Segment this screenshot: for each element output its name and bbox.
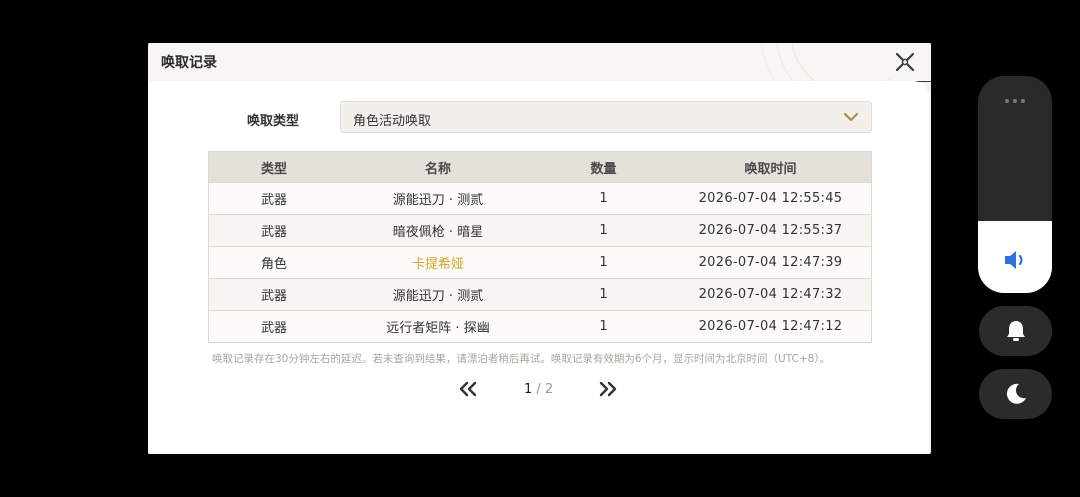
dialog-header: 唤取记录 xyxy=(148,43,931,82)
prev-page-button[interactable] xyxy=(458,380,478,398)
row-name: 源能迅刀 · 测贰 xyxy=(392,193,484,208)
double-chevron-left-icon xyxy=(459,381,477,397)
row-type: 角色 xyxy=(260,257,287,272)
table-body: 武器 源能迅刀 · 测贰 1 2026-07-04 12:55:45 武器 暗夜… xyxy=(209,182,871,342)
row-qty: 1 xyxy=(599,223,608,238)
row-time: 2026-07-04 12:47:39 xyxy=(698,255,843,270)
row-type: 武器 xyxy=(260,321,287,336)
speaker-icon xyxy=(1005,251,1023,269)
chevron-down-icon xyxy=(843,112,859,122)
total-pages: / 2 xyxy=(532,382,554,397)
double-chevron-right-icon xyxy=(599,381,617,397)
more-dots-icon xyxy=(1005,99,1025,103)
table-row: 角色 卡提希娅 1 2026-07-04 12:47:39 xyxy=(209,246,871,278)
table-row: 武器 远行者矩阵 · 探幽 1 2026-07-04 12:47:12 xyxy=(209,310,871,342)
gacha-history-dialog: 唤取记录 唤取类型 角色活动唤取 类型 名称 数量 唤取时间 武器 源能迅刀 ·… xyxy=(148,43,931,454)
close-button[interactable] xyxy=(894,51,916,73)
dialog-title: 唤取记录 xyxy=(161,55,217,71)
row-type: 武器 xyxy=(260,193,287,208)
table-row: 武器 源能迅刀 · 测贰 1 2026-07-04 12:55:45 xyxy=(209,182,871,214)
row-qty: 1 xyxy=(599,191,608,206)
table-row: 武器 暗夜佩枪 · 暗星 1 2026-07-04 12:55:37 xyxy=(209,214,871,246)
dark-mode-button[interactable] xyxy=(979,369,1052,419)
row-time: 2026-07-04 12:55:37 xyxy=(698,223,843,238)
row-qty: 1 xyxy=(599,287,608,302)
history-table: 类型 名称 数量 唤取时间 武器 源能迅刀 · 测贰 1 2026-07-04 … xyxy=(208,151,872,343)
gacha-type-select-value: 角色活动唤取 xyxy=(353,114,432,129)
row-type: 武器 xyxy=(260,289,287,304)
row-type: 武器 xyxy=(260,225,287,240)
row-qty: 1 xyxy=(599,255,608,270)
column-header-name: 名称 xyxy=(424,161,451,177)
gacha-type-label: 唤取类型 xyxy=(247,114,300,129)
row-name: 源能迅刀 · 测贰 xyxy=(392,289,484,304)
table-row: 武器 源能迅刀 · 测贰 1 2026-07-04 12:47:32 xyxy=(209,278,871,310)
column-header-time: 唤取时间 xyxy=(744,161,797,177)
delay-notice: 唤取记录存在30分钟左右的延迟。若未查询到结果，请漂泊者稍后再试。唤取记录有效期… xyxy=(212,353,831,365)
page-indicator: 1 / 2 xyxy=(524,382,553,397)
column-header-qty: 数量 xyxy=(590,161,617,177)
next-page-button[interactable] xyxy=(598,380,618,398)
gacha-type-select[interactable]: 角色活动唤取 xyxy=(340,101,872,133)
column-header-type: 类型 xyxy=(260,161,287,177)
row-time: 2026-07-04 12:55:45 xyxy=(698,191,843,206)
ring-mode-button[interactable] xyxy=(979,306,1052,356)
close-x-icon xyxy=(895,52,915,72)
row-time: 2026-07-04 12:47:12 xyxy=(698,319,843,334)
row-name: 卡提希娅 xyxy=(411,257,464,272)
row-name: 远行者矩阵 · 探幽 xyxy=(386,321,490,336)
row-time: 2026-07-04 12:47:32 xyxy=(698,287,843,302)
table-header: 类型 名称 数量 唤取时间 xyxy=(209,152,871,182)
row-qty: 1 xyxy=(599,319,608,334)
moon-icon xyxy=(1006,383,1026,404)
header-decoration xyxy=(761,43,891,81)
volume-slider[interactable] xyxy=(978,76,1052,293)
pagination: 1 / 2 xyxy=(458,378,628,402)
bell-icon xyxy=(1007,321,1025,341)
row-name: 暗夜佩枪 · 暗星 xyxy=(392,225,484,240)
